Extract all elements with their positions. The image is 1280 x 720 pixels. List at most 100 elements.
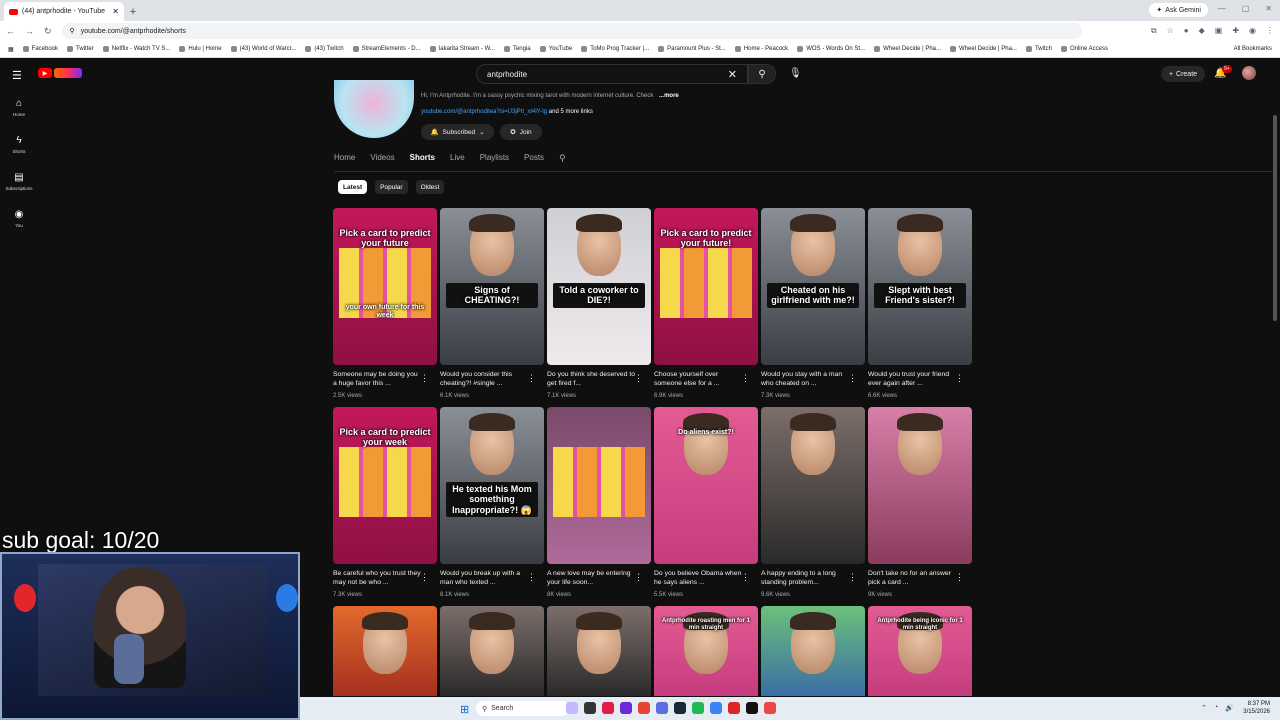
ask-gemini-button[interactable]: ✦ Ask Gemini — [1149, 3, 1208, 17]
more-options-icon[interactable]: ⋮ — [634, 572, 643, 583]
menu-dots-icon[interactable]: ⋮ — [1266, 26, 1274, 36]
spotify-icon[interactable] — [692, 702, 704, 714]
short-thumbnail[interactable] — [547, 407, 651, 564]
bookmark-item[interactable]: Wheel Decide | Pha... — [874, 46, 941, 52]
bookmark-item[interactable]: Iakarita Stream - W... — [429, 46, 495, 52]
short-card[interactable] — [547, 606, 651, 696]
short-thumbnail[interactable]: Pick a card to predict your week — [333, 407, 437, 564]
short-thumbnail[interactable] — [868, 407, 972, 564]
more-links[interactable]: and 5 more links — [549, 109, 593, 115]
scrollbar-thumb[interactable] — [1273, 115, 1277, 321]
bookmark-item[interactable]: Paramount Plus - St... — [658, 46, 726, 52]
short-title[interactable]: Be careful who you trust they may not be… — [333, 570, 423, 588]
chip-latest[interactable]: Latest — [338, 180, 368, 194]
microphone-icon[interactable]: 🎙 — [789, 68, 802, 79]
short-title[interactable]: Do you think she deserved to get fired f… — [547, 371, 637, 389]
short-title[interactable]: Would you trust your friend ever again a… — [868, 371, 958, 389]
short-thumbnail[interactable] — [440, 606, 544, 696]
bookmark-item[interactable]: Hulu | Home — [179, 46, 222, 52]
widget-icon[interactable] — [566, 702, 578, 714]
bookmark-item[interactable]: YouTube — [539, 46, 572, 52]
app-icon[interactable] — [746, 702, 758, 714]
taskbar-clock[interactable]: 8:37 PM 3/15/2026 — [1243, 700, 1270, 717]
tab-home[interactable]: Home — [334, 153, 355, 164]
more-options-icon[interactable]: ⋮ — [955, 572, 964, 583]
tab-posts[interactable]: Posts — [524, 153, 544, 164]
windows-start-icon[interactable]: ⊞ — [460, 703, 469, 716]
short-card[interactable]: Told a coworker to DIE?! Do you think she… — [547, 208, 651, 407]
bookmark-item[interactable]: Twitch — [1025, 46, 1052, 52]
bookmark-item[interactable]: Facebook — [22, 46, 58, 52]
extension-icon[interactable]: ● — [1184, 26, 1189, 36]
chip-oldest[interactable]: Oldest — [415, 180, 445, 194]
short-card[interactable]: He texted his Mom something Inappropriat… — [440, 407, 544, 606]
network-icon[interactable]: ◔ — [1214, 704, 1218, 712]
youtube-logo[interactable]: ▶ — [38, 68, 82, 78]
more-link[interactable]: ...more — [659, 93, 679, 99]
short-thumbnail[interactable] — [547, 606, 651, 696]
reload-icon[interactable]: ↻ — [44, 26, 52, 37]
more-options-icon[interactable]: ⋮ — [848, 373, 857, 384]
channel-banner-avatar[interactable] — [334, 80, 414, 138]
tab-live[interactable]: Live — [450, 153, 465, 164]
short-card[interactable]: A happy ending to a long standing proble… — [761, 407, 865, 606]
clear-search-icon[interactable]: ✕ — [728, 68, 737, 81]
sidebar-item-you[interactable]: ◉ You — [0, 201, 38, 238]
extension-icon[interactable]: ◆ — [1199, 26, 1205, 36]
search-input[interactable]: antprhodite ✕ — [476, 64, 748, 84]
short-thumbnail[interactable]: Antprhodite being iconic for 1 min strai… — [868, 606, 972, 696]
short-card[interactable] — [761, 606, 865, 696]
app-icon[interactable] — [764, 702, 776, 714]
more-options-icon[interactable]: ⋮ — [527, 373, 536, 384]
tab-shorts[interactable]: Shorts — [410, 153, 435, 164]
forward-icon[interactable]: → — [25, 26, 34, 36]
short-card[interactable]: Slept with best Friend's sister?! Would y… — [868, 208, 972, 407]
new-tab-button[interactable]: + — [124, 2, 142, 21]
short-thumbnail[interactable]: Antprhodite roasting men for 1 min strai… — [654, 606, 758, 696]
short-thumbnail[interactable] — [761, 407, 865, 564]
bookmark-item[interactable]: Twitter — [67, 46, 94, 52]
short-thumbnail[interactable] — [333, 606, 437, 696]
short-title[interactable]: Someone may be doing you a huge favor th… — [333, 371, 423, 389]
short-thumbnail[interactable] — [761, 606, 865, 696]
short-card[interactable]: Signs of CHEATING?! Would you consider th… — [440, 208, 544, 407]
short-title[interactable]: Would you consider this cheating?! #sing… — [440, 371, 530, 389]
short-thumbnail[interactable]: Signs of CHEATING?! — [440, 208, 544, 365]
back-icon[interactable]: ← — [6, 26, 15, 36]
taskbar-search[interactable]: ⚲ Search — [476, 701, 570, 716]
more-options-icon[interactable]: ⋮ — [420, 373, 429, 384]
bookmark-star-icon[interactable]: ☆ — [1167, 26, 1174, 36]
channel-link[interactable]: youtube.com/@antprhoditea?si=U3jPIt_xt4l… — [421, 109, 547, 115]
site-info-icon[interactable]: ⚲ — [70, 27, 75, 35]
bookmark-item[interactable]: Netflix - Watch TV S... — [102, 46, 170, 52]
more-options-icon[interactable]: ⋮ — [420, 572, 429, 583]
short-card[interactable]: Antprhodite being iconic for 1 min strai… — [868, 606, 972, 696]
more-options-icon[interactable]: ⋮ — [527, 572, 536, 583]
file-explorer-icon[interactable] — [584, 702, 596, 714]
steam-icon[interactable] — [674, 702, 686, 714]
chevron-up-icon[interactable]: ⌃ — [1201, 704, 1207, 712]
short-card[interactable] — [440, 606, 544, 696]
short-thumbnail[interactable]: Told a coworker to DIE?! — [547, 208, 651, 365]
short-thumbnail[interactable]: Pick a card to predict your future! — [654, 208, 758, 365]
puzzle-icon[interactable]: ✚ — [1232, 26, 1239, 36]
bookmark-item[interactable]: (43) Twitch — [305, 46, 344, 52]
install-icon[interactable]: ⧉ — [1151, 26, 1157, 36]
short-title[interactable]: Don't take no for an answer pick a card … — [868, 570, 958, 588]
sidebar-item-subscriptions[interactable]: ▤ Subscriptions — [0, 164, 38, 201]
bookmark-item[interactable]: StreamElements - D... — [352, 46, 421, 52]
maximize-icon[interactable]: ▢ — [1242, 4, 1250, 13]
subscribed-button[interactable]: 🔔 Subscribed ⌄ — [421, 124, 494, 140]
short-card[interactable]: Pick a card to predict your week Be caref… — [333, 407, 437, 606]
close-window-icon[interactable]: ✕ — [1265, 4, 1272, 13]
obs-icon[interactable] — [728, 702, 740, 714]
more-options-icon[interactable]: ⋮ — [741, 373, 750, 384]
bookmark-item[interactable]: Online Access — [1060, 46, 1108, 52]
bookmark-item[interactable]: WOS - Words On St... — [797, 46, 865, 52]
sidebar-item-home[interactable]: ⌂ Home — [0, 90, 38, 127]
discord-icon[interactable] — [656, 702, 668, 714]
join-button[interactable]: ✪ Join — [500, 124, 542, 140]
bookmark-item[interactable]: ToMo Prog Tracker |... — [581, 46, 649, 52]
short-title[interactable]: A happy ending to a long standing proble… — [761, 570, 851, 588]
tab-playlists[interactable]: Playlists — [480, 153, 509, 164]
